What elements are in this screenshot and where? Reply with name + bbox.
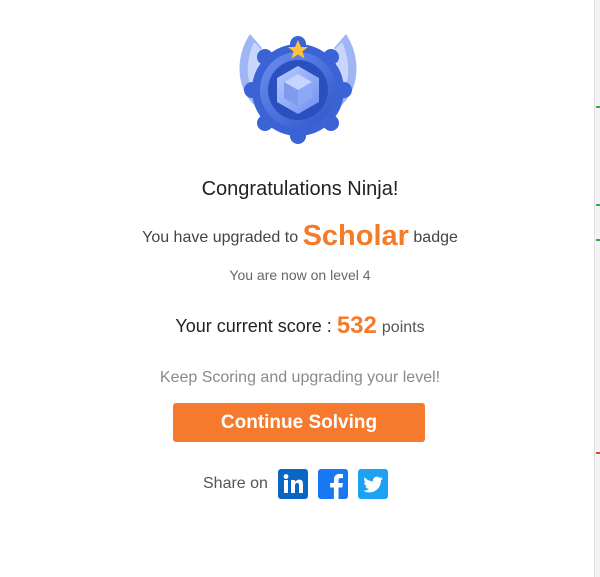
score-value: 532 xyxy=(336,312,377,339)
linkedin-icon[interactable] xyxy=(277,469,308,499)
level-text: You are now on level 4 xyxy=(229,267,371,283)
twitter-icon[interactable] xyxy=(357,469,388,499)
upgrade-suffix: badge xyxy=(413,229,458,246)
achievement-modal: Congratulations Ninja! You have upgraded… xyxy=(0,0,594,577)
encouragement-text: Keep Scoring and upgrading your level! xyxy=(159,369,441,386)
continue-solving-button[interactable]: Continue Solving xyxy=(173,403,425,442)
facebook-icon[interactable] xyxy=(317,469,348,499)
congratulations-title: Congratulations Ninja! xyxy=(201,178,399,200)
scholar-badge-icon xyxy=(239,34,357,144)
score-label: Your current score : xyxy=(175,316,332,336)
score-unit: points xyxy=(381,319,425,336)
background-marker xyxy=(596,204,600,206)
upgrade-prefix: You have upgraded to xyxy=(142,229,299,246)
background-page-edge xyxy=(594,0,600,577)
background-marker xyxy=(596,239,600,241)
share-row: Share on xyxy=(203,468,398,500)
share-label: Share on xyxy=(203,475,268,492)
upgrade-message: You have upgraded to Scholar badge xyxy=(0,220,600,253)
background-marker xyxy=(596,452,600,454)
badge-name: Scholar xyxy=(302,220,409,252)
background-marker xyxy=(596,106,600,108)
score-line: Your current score : 532 points xyxy=(0,312,600,340)
